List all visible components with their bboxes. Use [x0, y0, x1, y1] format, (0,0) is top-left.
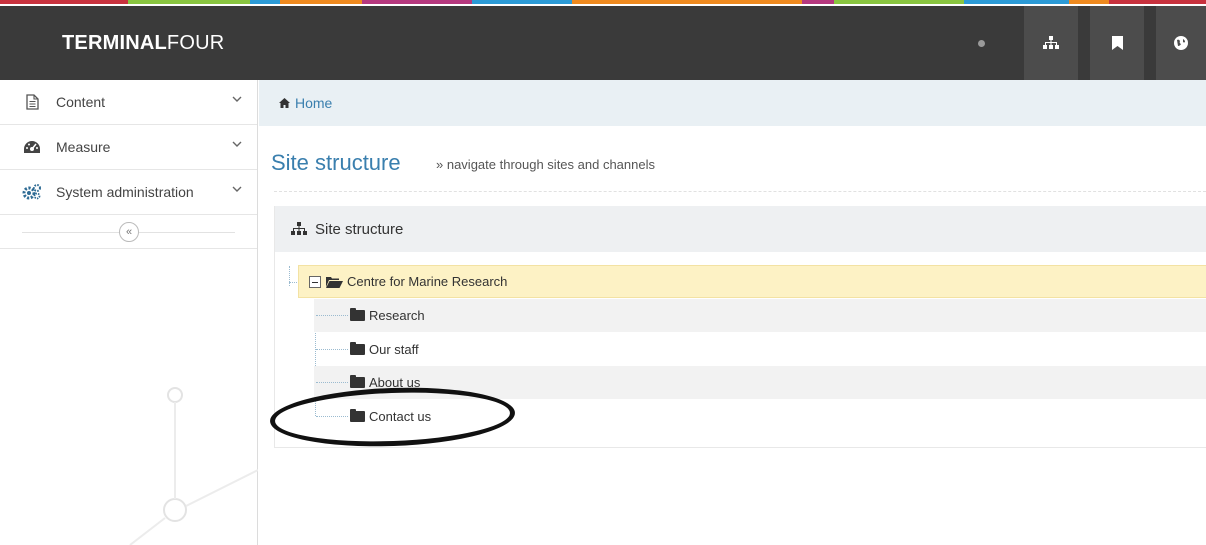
- sidebar-item-label: System administration: [56, 184, 194, 200]
- tree-node-about-us[interactable]: About us: [314, 366, 1206, 399]
- color-strip-segment: [280, 0, 362, 4]
- chevron-down-icon: [232, 96, 242, 102]
- bookmark-icon: [1111, 36, 1123, 50]
- tree-node-root[interactable]: Centre for Marine Research: [298, 265, 1206, 298]
- color-strip-segment: [834, 0, 964, 4]
- tree-connector: [316, 349, 348, 350]
- color-strip-segment: [1069, 0, 1109, 4]
- color-strip-segment: [1109, 0, 1206, 4]
- folder-icon: [350, 409, 365, 422]
- tree-node-our-staff[interactable]: Our staff: [314, 333, 1206, 366]
- tree-node-label: Our staff: [369, 342, 419, 357]
- collapse-sidebar-button[interactable]: «: [119, 222, 139, 242]
- globe-button[interactable]: [1156, 6, 1206, 80]
- top-navbar: TERMINALFOUR: [0, 6, 1206, 80]
- color-strip-segment: [802, 0, 834, 4]
- color-strip-segment: [572, 0, 802, 4]
- logo-bold-text: TERMINAL: [62, 32, 167, 54]
- decorative-network-graphic: [129, 387, 258, 545]
- sitemap-icon: [291, 222, 307, 235]
- status-dot-icon: [978, 40, 985, 47]
- color-strip-segment: [472, 0, 572, 4]
- color-strip-segment: [964, 0, 1069, 4]
- color-strip-segment: [128, 0, 250, 4]
- globe-icon: [1174, 36, 1188, 50]
- tree-node-contact-us[interactable]: Contact us: [314, 400, 1206, 433]
- color-strip-segment: [0, 0, 128, 4]
- tree-node-label: About us: [369, 375, 421, 390]
- site-structure-panel: Site structure Centre for Marine Researc…: [274, 206, 1206, 448]
- sitemap-icon: [1043, 36, 1059, 49]
- collapse-toggle-icon[interactable]: [309, 275, 321, 288]
- bookmarks-button[interactable]: [1090, 6, 1144, 80]
- color-strip-segment: [362, 0, 472, 4]
- terminalfour-logo[interactable]: TERMINALFOUR: [62, 6, 224, 80]
- logo-light-text: FOUR: [166, 32, 225, 54]
- page-title: Site structure: [271, 150, 401, 175]
- folder-icon: [350, 308, 365, 321]
- folder-icon: [350, 375, 365, 388]
- sidebar-item-measure[interactable]: Measure: [0, 125, 257, 170]
- site-structure-button[interactable]: [1024, 6, 1078, 80]
- sidebar-collapse-row: «: [0, 215, 257, 249]
- sidebar-item-label: Content: [56, 94, 106, 110]
- folder-icon: [350, 342, 365, 355]
- page-subtitle: » navigate through sites and channels: [436, 157, 655, 172]
- color-strip-segment: [250, 0, 280, 4]
- tree-node-label: Centre for Marine Research: [347, 274, 508, 289]
- sidebar-item-system-administration[interactable]: System administration: [0, 170, 257, 215]
- chevron-down-icon: [232, 141, 242, 147]
- tree-node-label: Contact us: [369, 409, 432, 424]
- page-header: Site structure » navigate through sites …: [271, 140, 1206, 192]
- tree-connector: [289, 266, 290, 286]
- tree-connector: [316, 315, 348, 316]
- home-icon: [279, 98, 290, 108]
- panel-title: Site structure: [315, 220, 404, 238]
- document-icon: [22, 92, 42, 112]
- tree-connector: [316, 382, 348, 383]
- tree-node-label: Research: [369, 308, 425, 323]
- breadcrumb: Home: [259, 80, 1206, 126]
- sidebar-item-content[interactable]: Content: [0, 80, 257, 125]
- gears-icon: [22, 182, 42, 202]
- tree-connector: [316, 416, 348, 417]
- folder-open-icon: [326, 276, 343, 288]
- dashboard-icon: [22, 137, 42, 157]
- panel-header: Site structure: [275, 206, 1206, 252]
- sidebar: Content Measure System administration «: [0, 80, 258, 545]
- chevron-down-icon: [232, 186, 242, 192]
- sidebar-item-label: Measure: [56, 139, 111, 155]
- breadcrumb-home-link[interactable]: Home: [295, 95, 332, 111]
- tree-node-research[interactable]: Research: [314, 299, 1206, 332]
